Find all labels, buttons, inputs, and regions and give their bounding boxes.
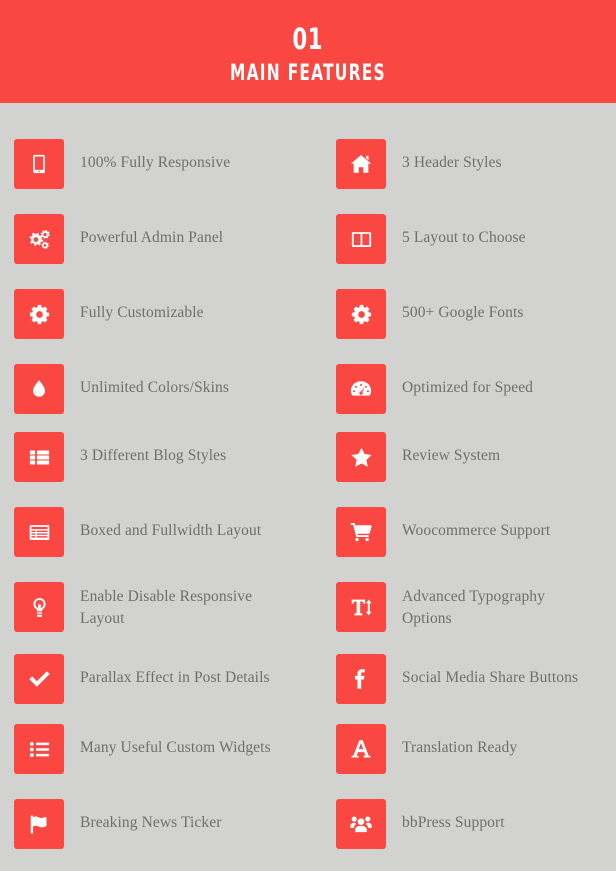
feature-item[interactable]: bbPress Support [336, 799, 505, 849]
feature-icon-tile [336, 432, 386, 482]
feature-icon-tile [14, 799, 64, 849]
feature-item[interactable]: Woocommerce Support [336, 507, 550, 557]
feature-item[interactable]: Parallax Effect in Post Details [14, 654, 270, 704]
feature-label: Breaking News Ticker [80, 814, 222, 831]
feature-label: 3 Different Blog Styles [80, 447, 227, 464]
feature-icon-tile [336, 654, 386, 704]
home-icon [350, 153, 372, 175]
feature-icon-tile [336, 799, 386, 849]
feature-label: Translation Ready [402, 739, 518, 756]
flag-icon [29, 814, 50, 835]
feature-item[interactable]: Unlimited Colors/Skins [14, 364, 229, 414]
feature-label: 500+ Google Fonts [402, 304, 524, 321]
feature-item[interactable]: Advanced Typography Options [336, 582, 545, 632]
feature-item[interactable]: 5 Layout to Choose [336, 214, 526, 264]
feature-icon-tile [14, 289, 64, 339]
feature-label: Many Useful Custom Widgets [80, 739, 271, 756]
feature-label: Advanced Typography Options [402, 588, 546, 627]
feature-label: Powerful Admin Panel [80, 229, 224, 246]
feature-label: Parallax Effect in Post Details [80, 669, 270, 686]
feature-icon-tile [14, 139, 64, 189]
feature-item[interactable]: 500+ Google Fonts [336, 289, 524, 339]
section-title: MAIN FEATURES [230, 60, 386, 86]
feature-item[interactable]: Boxed and Fullwidth Layout [14, 507, 261, 557]
list-blocks-icon [29, 447, 50, 468]
feature-item[interactable]: Fully Customizable [14, 289, 204, 339]
feature-label: Enable Disable Responsive Layout [80, 588, 253, 627]
feature-icon-tile [14, 724, 64, 774]
feature-label: 3 Header Styles [402, 154, 502, 171]
gear-icon [351, 304, 372, 325]
lightbulb-icon [29, 597, 50, 618]
cogs-icon [28, 229, 51, 250]
feature-item[interactable]: Powerful Admin Panel [14, 214, 223, 264]
feature-label: Woocommerce Support [402, 522, 551, 539]
feature-item[interactable]: 100% Fully Responsive [14, 139, 230, 189]
list-bullets-icon [29, 739, 50, 760]
feature-label: Fully Customizable [80, 304, 204, 321]
feature-item[interactable]: Translation Ready [336, 724, 517, 774]
feature-item[interactable]: Social Media Share Buttons [336, 654, 578, 704]
feature-icon-tile [336, 289, 386, 339]
feature-label: Review System [402, 447, 501, 464]
section-number: 01 [292, 21, 324, 56]
shopping-cart-icon [350, 521, 372, 543]
feature-label: 100% Fully Responsive [80, 154, 231, 171]
feature-icon-tile [14, 507, 64, 557]
feature-list-page: 01 MAIN FEATURES 100% Fully Responsive Po… [0, 0, 616, 871]
feature-item[interactable]: Enable Disable Responsive Layout [14, 582, 252, 632]
feature-icon-tile [336, 507, 386, 557]
text-height-icon [351, 597, 372, 618]
feature-item[interactable]: Breaking News Ticker [14, 799, 222, 849]
feature-icon-tile [14, 364, 64, 414]
feature-label: bbPress Support [402, 814, 505, 831]
feature-icon-tile [336, 724, 386, 774]
feature-label: Social Media Share Buttons [402, 669, 579, 686]
droplet-icon [29, 379, 49, 399]
section-header: 01 MAIN FEATURES [0, 0, 616, 103]
list-panel-icon [29, 522, 50, 543]
feature-icon-tile [336, 364, 386, 414]
feature-item[interactable]: 3 Header Styles [336, 139, 502, 189]
feature-icon-tile [336, 214, 386, 264]
columns-icon [351, 229, 372, 250]
feature-item[interactable]: 3 Different Blog Styles [14, 432, 226, 482]
dashboard-icon [350, 378, 372, 400]
feature-label: Optimized for Speed [402, 379, 534, 396]
group-users-icon [350, 813, 372, 835]
facebook-icon [350, 668, 372, 690]
feature-icon-tile [336, 582, 386, 632]
feature-item[interactable]: Review System [336, 432, 500, 482]
feature-icon-tile [14, 654, 64, 704]
feature-icon-tile [336, 139, 386, 189]
gear-icon [29, 304, 50, 325]
check-icon [28, 668, 51, 691]
feature-icon-tile [14, 582, 64, 632]
feature-item[interactable]: Optimized for Speed [336, 364, 533, 414]
star-icon [350, 446, 373, 469]
tablet-icon [29, 154, 49, 174]
feature-label: 5 Layout to Choose [402, 229, 526, 246]
feature-label: Boxed and Fullwidth Layout [80, 522, 262, 539]
feature-item[interactable]: Many Useful Custom Widgets [14, 724, 271, 774]
letter-a-icon [350, 738, 372, 760]
feature-icon-tile [14, 432, 64, 482]
feature-label: Unlimited Colors/Skins [80, 379, 230, 396]
feature-icon-tile [14, 214, 64, 264]
